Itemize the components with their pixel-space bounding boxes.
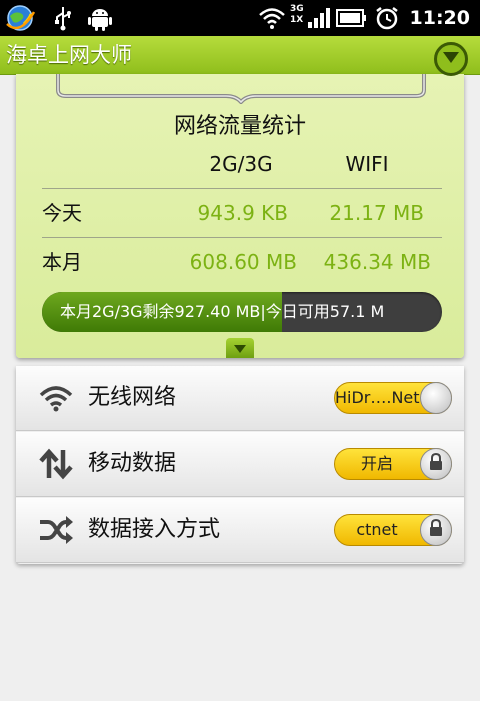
network-type-badge: 3G 1X — [290, 4, 304, 25]
setting-item-access-point[interactable]: 数据接入方式 ctnet — [16, 498, 464, 563]
mobile-data-arrows-icon — [38, 448, 74, 480]
chevron-down-icon — [233, 339, 247, 358]
setting-label: 数据接入方式 — [88, 517, 221, 542]
lock-icon — [428, 518, 444, 541]
hanger-decoration — [56, 74, 426, 108]
month-mobile-value: 608.60 MB — [189, 250, 297, 274]
toggle-knob — [420, 448, 452, 480]
android-icon — [88, 5, 112, 31]
status-bar: 3G 1X 11:20 — [0, 0, 480, 36]
signal-icon — [306, 5, 332, 31]
chevron-down-icon — [442, 50, 460, 69]
wifi-toggle[interactable]: HiDr….Net — [334, 382, 452, 414]
clock: 11:20 — [409, 7, 470, 29]
month-wifi-value: 436.34 MB — [323, 250, 431, 274]
shuffle-icon — [38, 514, 74, 546]
lock-icon — [428, 452, 444, 475]
dropdown-menu-button[interactable] — [434, 42, 468, 76]
alarm-icon — [374, 5, 400, 31]
column-header-mobile: 2G/3G — [209, 152, 273, 176]
setting-label: 移动数据 — [88, 451, 177, 476]
row-label-today: 今天 — [42, 201, 82, 225]
toggle-knob — [420, 382, 452, 414]
wifi-icon — [38, 382, 74, 414]
today-wifi-value: 21.17 MB — [329, 201, 424, 225]
divider — [42, 237, 442, 238]
toggle-value: HiDr….Net — [335, 388, 420, 407]
app-title: 海卓上网大师 — [6, 43, 132, 67]
wifi-icon — [258, 5, 286, 31]
toggle-value: ctnet — [356, 520, 398, 539]
battery-icon — [336, 5, 368, 31]
quota-progress-bar: 本月2G/3G剩余927.40 MB|今日可用57.1 M — [42, 292, 442, 332]
quota-progress-text: 本月2G/3G剩余927.40 MB|今日可用57.1 M — [60, 302, 385, 321]
setting-item-mobile-data[interactable]: 移动数据 开启 — [16, 432, 464, 497]
collapse-panel-button[interactable] — [226, 338, 254, 358]
row-label-month: 本月 — [42, 250, 82, 274]
mobile-data-toggle[interactable]: 开启 — [334, 448, 452, 480]
toggle-knob — [420, 514, 452, 546]
access-point-toggle[interactable]: ctnet — [334, 514, 452, 546]
today-mobile-value: 943.9 KB — [197, 201, 288, 225]
usb-icon — [52, 5, 74, 31]
setting-label: 无线网络 — [88, 385, 177, 410]
toggle-value: 开启 — [360, 454, 393, 473]
title-bar: 海卓上网大师 — [0, 36, 480, 75]
divider — [42, 188, 442, 189]
column-header-wifi: WIFI — [345, 152, 389, 176]
setting-item-wifi[interactable]: 无线网络 HiDr….Net — [16, 366, 464, 431]
stats-title: 网络流量统计 — [173, 114, 306, 139]
browser-globe-icon — [4, 5, 38, 31]
